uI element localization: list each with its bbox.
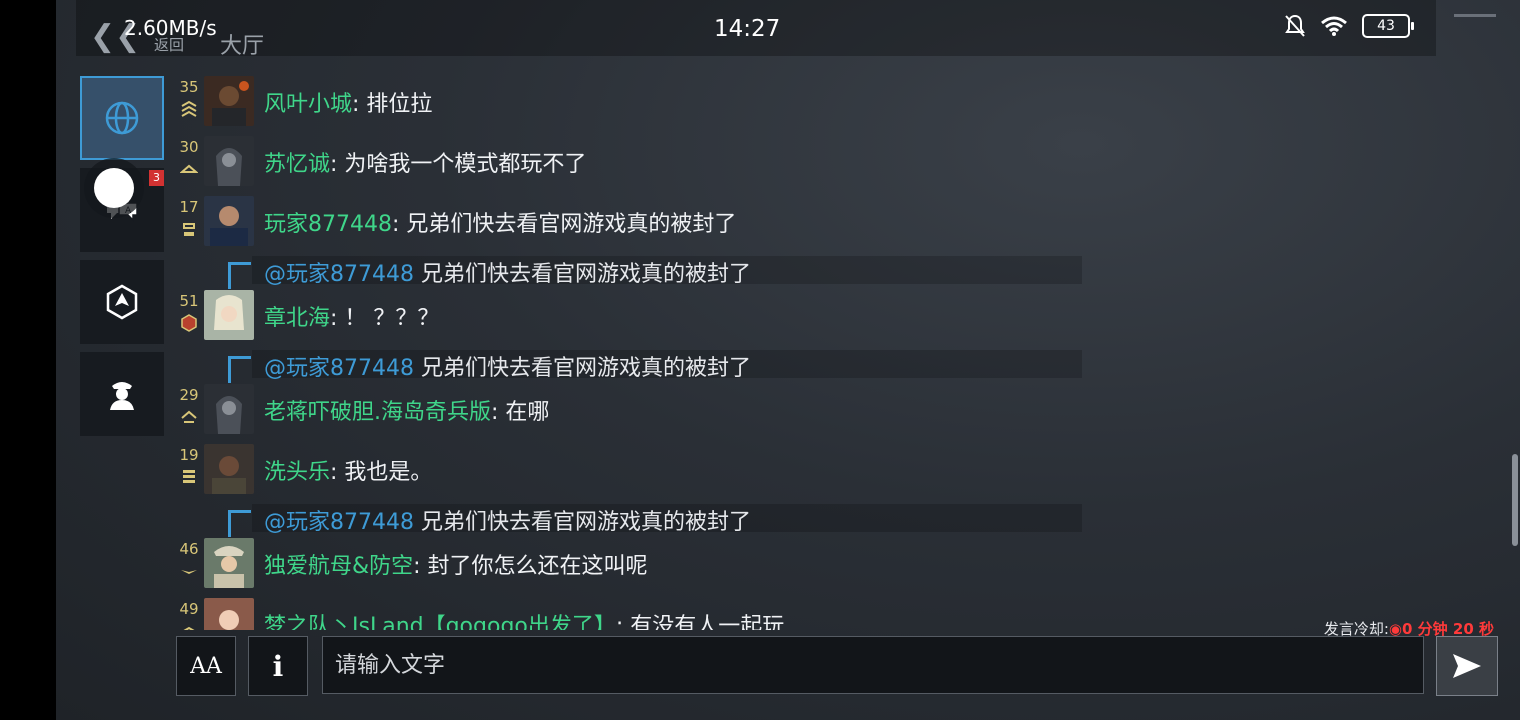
reply-bracket-icon [228,262,251,289]
font-size-label: AA [190,653,222,679]
tab-team[interactable] [80,260,164,344]
quoted-text: 兄弟们快去看官网游戏真的被封了 [413,510,751,535]
chat-message[interactable]: 51 章北海: ！ ？？？ [176,288,1506,348]
avatar[interactable] [204,538,254,588]
player-level: 51 [179,292,199,310]
message-text: : 有没有人一起玩 [615,614,785,630]
rank-chevron-icon [181,100,197,117]
soldier-icon [110,382,134,410]
reply-mention[interactable]: @玩家877448 [264,356,414,381]
chat-input[interactable]: 请输入文字 [322,636,1424,694]
reply-mention[interactable]: @玩家877448 [264,262,414,287]
channel-sidebar: A 3 [80,76,166,444]
chat-message-list: 35 风叶小城: 排位拉 30 苏忆诚: 为啥我一个模式都玩不了 17 玩家87… [176,74,1506,630]
message-text: : 封了你怎么还在这叫呢 [413,554,648,579]
chat-message[interactable]: 17 玩家877448: 兄弟们快去看官网游戏真的被封了 [176,194,1506,254]
send-arrow-icon [1453,654,1481,678]
sender-name[interactable]: 章北海 [264,306,330,331]
tab-world[interactable] [80,76,164,160]
sender-name[interactable]: 独爱航母&防空 [264,554,413,579]
chat-scrollbar[interactable] [1512,454,1518,546]
net-speed: 2.60MB/s [124,16,217,40]
chat-message[interactable]: 35 风叶小城: 排位拉 [176,74,1506,134]
quoted-reply[interactable]: @玩家877448 兄弟们快去看官网游戏真的被封了 [176,348,1506,383]
message-text: : 我也是。 [330,460,433,485]
message-text: : 排位拉 [352,92,433,117]
info-button[interactable]: i [248,636,308,696]
player-level: 29 [179,386,199,404]
message-text: : ！ ？？？ [330,306,440,331]
quoted-text: 兄弟们快去看官网游戏真的被封了 [413,262,751,287]
chat-message[interactable]: 49 梦之队丶IsLand【gogogo出发了】: 有没有人一起玩 [176,596,1506,630]
quoted-reply[interactable]: @玩家877448 兄弟们快去看官网游戏真的被封了 [176,502,1506,537]
rank-eagle-icon [181,570,197,574]
sender-name[interactable]: 洗头乐 [264,460,330,485]
player-level: 17 [179,198,199,216]
squad-emblem-icon [106,284,138,320]
sender-name[interactable]: 老蒋吓破胆.海岛奇兵版 [264,400,491,425]
avatar[interactable] [204,598,254,630]
avatar[interactable] [204,196,254,246]
player-level: 30 [179,138,199,156]
reply-bracket-icon [228,356,251,383]
battery-indicator: 43 [1362,14,1414,38]
svg-text:A: A [125,206,132,216]
player-level: 49 [179,600,199,618]
reply-mention[interactable]: @玩家877448 [264,510,414,535]
sender-name[interactable]: 风叶小城 [264,92,352,117]
rank-bars-icon [183,470,195,483]
unread-badge: 3 [149,170,164,186]
reply-bracket-icon [228,510,251,537]
message-text: : 在哪 [491,400,550,425]
sender-name[interactable]: 玩家877448 [264,212,392,237]
message-text: : 兄弟们快去看官网游戏真的被封了 [391,212,737,237]
send-button[interactable] [1436,636,1498,696]
rank-bar-icon [183,223,195,236]
avatar[interactable] [204,76,254,126]
chat-message[interactable]: 30 苏忆诚: 为啥我一个模式都玩不了 [176,134,1506,194]
message-text: : 为啥我一个模式都玩不了 [330,152,587,177]
avatar[interactable] [204,444,254,494]
game-chat-screen: ❮❮ 返回 大厅 2.60MB/s 14:27 43 A 3 35 风叶小城: … [56,0,1520,720]
chat-message[interactable]: 19 洗头乐: 我也是。 [176,442,1506,502]
tab-guild[interactable] [80,352,164,436]
rank-wings-icon [181,410,197,423]
wifi-icon [1321,16,1347,36]
player-level: 19 [179,446,199,464]
info-icon: i [272,649,284,683]
floating-ball-handle[interactable] [94,168,134,208]
chat-message[interactable]: 46 独爱航母&防空: 封了你怎么还在这叫呢 [176,536,1506,596]
quoted-reply[interactable]: @玩家877448 兄弟们快去看官网游戏真的被封了 [176,254,1506,289]
clock: 14:27 [714,16,781,42]
avatar[interactable] [204,136,254,186]
avatar[interactable] [204,290,254,340]
rank-wings-icon [180,164,198,173]
rank-chevron-icon [183,626,195,630]
globe-icon [105,101,139,135]
player-level: 35 [179,78,199,96]
player-level: 46 [179,540,199,558]
status-bar: 2.60MB/s 14:27 43 [56,0,1520,56]
status-icons: 43 [1284,14,1414,38]
quoted-text: 兄弟们快去看官网游戏真的被封了 [413,356,751,381]
rank-medal-icon [181,314,197,332]
mute-bell-icon [1285,14,1305,37]
sender-name[interactable]: 苏忆诚 [264,152,330,177]
font-size-button[interactable]: AA [176,636,236,696]
chat-message[interactable]: 29 老蒋吓破胆.海岛奇兵版: 在哪 [176,382,1506,442]
sender-name[interactable]: 梦之队丶IsLand【gogogo出发了】 [264,614,616,630]
avatar[interactable] [204,384,254,434]
